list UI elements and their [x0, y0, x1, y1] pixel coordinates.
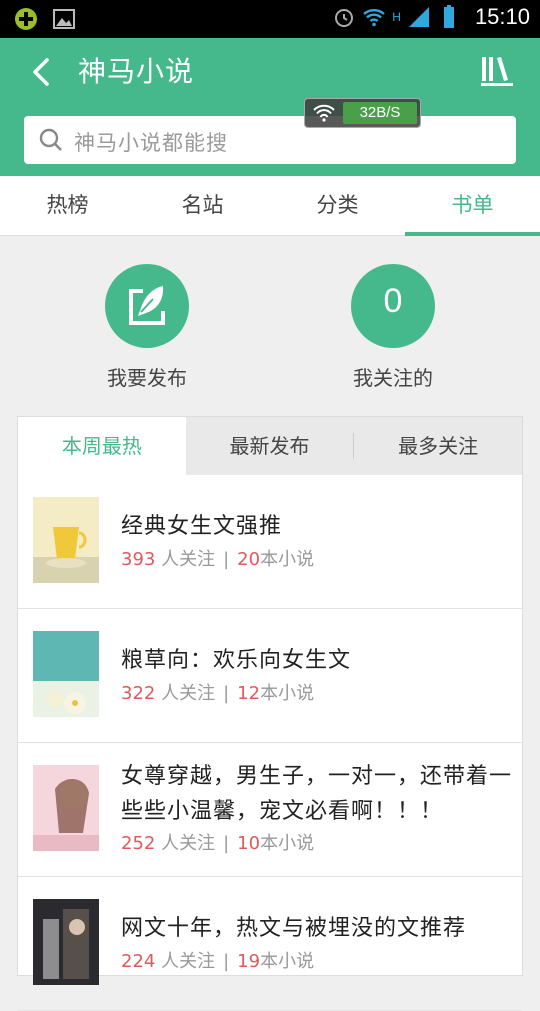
- status-time: 15:10: [474, 4, 530, 29]
- followers-count: 224: [121, 951, 156, 972]
- following-circle: 0: [351, 264, 435, 348]
- bookshelf-icon[interactable]: [480, 54, 514, 88]
- search-placeholder: 神马小说都能搜: [74, 131, 228, 155]
- following-label: 我关注的: [353, 366, 433, 390]
- back-icon[interactable]: [22, 52, 62, 92]
- novel-count: 19: [237, 951, 261, 972]
- app-notification-icon: [15, 8, 37, 30]
- tab-categories[interactable]: 分类: [270, 176, 405, 235]
- network-speed-value: 32B/S: [343, 102, 417, 124]
- app-bar: 神马小说 神马小说都能搜 32B/S: [0, 38, 540, 176]
- wifi-icon: [363, 9, 386, 27]
- signal-icon: [408, 7, 429, 27]
- novel-count-suffix: 本小说: [260, 683, 315, 704]
- book-cover: [33, 899, 99, 985]
- following-button[interactable]: 0 我关注的: [328, 264, 458, 391]
- book-meta: 252 人关注 | 10本小说: [121, 833, 315, 854]
- page-title: 神马小说: [78, 55, 195, 88]
- novel-count: 12: [237, 683, 261, 704]
- battery-icon: [443, 5, 454, 28]
- book-title: 经典女生文强推: [121, 514, 283, 539]
- book-cover: [33, 765, 99, 851]
- following-count: 0: [383, 282, 403, 320]
- book-cover: [33, 497, 99, 583]
- novel-count-suffix: 本小说: [260, 833, 315, 854]
- list-item[interactable]: 经典女生文强推 393 人关注 | 20本小说: [18, 475, 522, 609]
- followers-count: 322: [121, 683, 156, 704]
- main-tabs: 热榜 名站 分类 书单: [0, 176, 540, 236]
- publish-circle: [105, 264, 189, 348]
- publish-button[interactable]: 我要发布: [82, 264, 212, 391]
- tab-booklists[interactable]: 书单: [405, 176, 540, 236]
- book-title: 粮草向：欢乐向女生文: [121, 648, 352, 673]
- tab-sites[interactable]: 名站: [135, 176, 270, 235]
- book-cover: [33, 631, 99, 717]
- followers-suffix: 人关注: [155, 833, 216, 854]
- novel-count: 20: [237, 549, 261, 570]
- list-item[interactable]: 粮草向：欢乐向女生文 322 人关注 | 12本小说: [18, 609, 522, 743]
- book-meta: 224 人关注 | 19本小说: [121, 951, 315, 972]
- search-input[interactable]: 神马小说都能搜: [24, 116, 516, 164]
- status-bar: H 15:10: [0, 0, 540, 38]
- booklist-card: 本周最热 最新发布 最多关注 经典女生文强推 393 人关注 | 20本小说 粮草向…: [17, 416, 523, 1011]
- book-meta: 393 人关注 | 20本小说: [121, 549, 315, 570]
- list-item[interactable]: 女尊穿越，男生子，一对一，还带着一些些小温馨，宠文必看啊！！！ 252 人关注 |…: [18, 743, 522, 877]
- followers-suffix: 人关注: [155, 549, 216, 570]
- novel-count: 10: [237, 833, 261, 854]
- quill-edit-icon: [129, 286, 165, 325]
- subtab-latest[interactable]: 最新发布: [186, 417, 354, 475]
- publish-label: 我要发布: [107, 366, 187, 390]
- subtab-most-followed[interactable]: 最多关注: [354, 417, 522, 475]
- subtab-weekly-hot[interactable]: 本周最热: [18, 417, 186, 475]
- book-title: 女尊穿越，男生子，一对一，还带着一些些小温馨，宠文必看啊！！！: [121, 764, 513, 824]
- wifi-icon: [313, 104, 335, 122]
- followers-count: 393: [121, 549, 156, 570]
- followers-suffix: 人关注: [155, 683, 216, 704]
- network-type-label: H: [392, 10, 401, 24]
- alarm-icon: [335, 9, 354, 27]
- book-title: 网文十年，热文与被埋没的文推荐: [121, 916, 467, 941]
- novel-count-suffix: 本小说: [260, 951, 315, 972]
- search-icon: [39, 128, 62, 151]
- followers-suffix: 人关注: [155, 951, 216, 972]
- book-meta: 322 人关注 | 12本小说: [121, 683, 315, 704]
- tab-hot[interactable]: 热榜: [0, 176, 135, 235]
- image-icon: [53, 9, 75, 29]
- list-item[interactable]: 网文十年，热文与被埋没的文推荐 224 人关注 | 19本小说: [18, 877, 522, 1011]
- novel-count-suffix: 本小说: [260, 549, 315, 570]
- followers-count: 252: [121, 833, 156, 854]
- booklist-subtabs: 本周最热 最新发布 最多关注: [18, 417, 522, 475]
- network-speed-overlay: 32B/S: [304, 98, 421, 128]
